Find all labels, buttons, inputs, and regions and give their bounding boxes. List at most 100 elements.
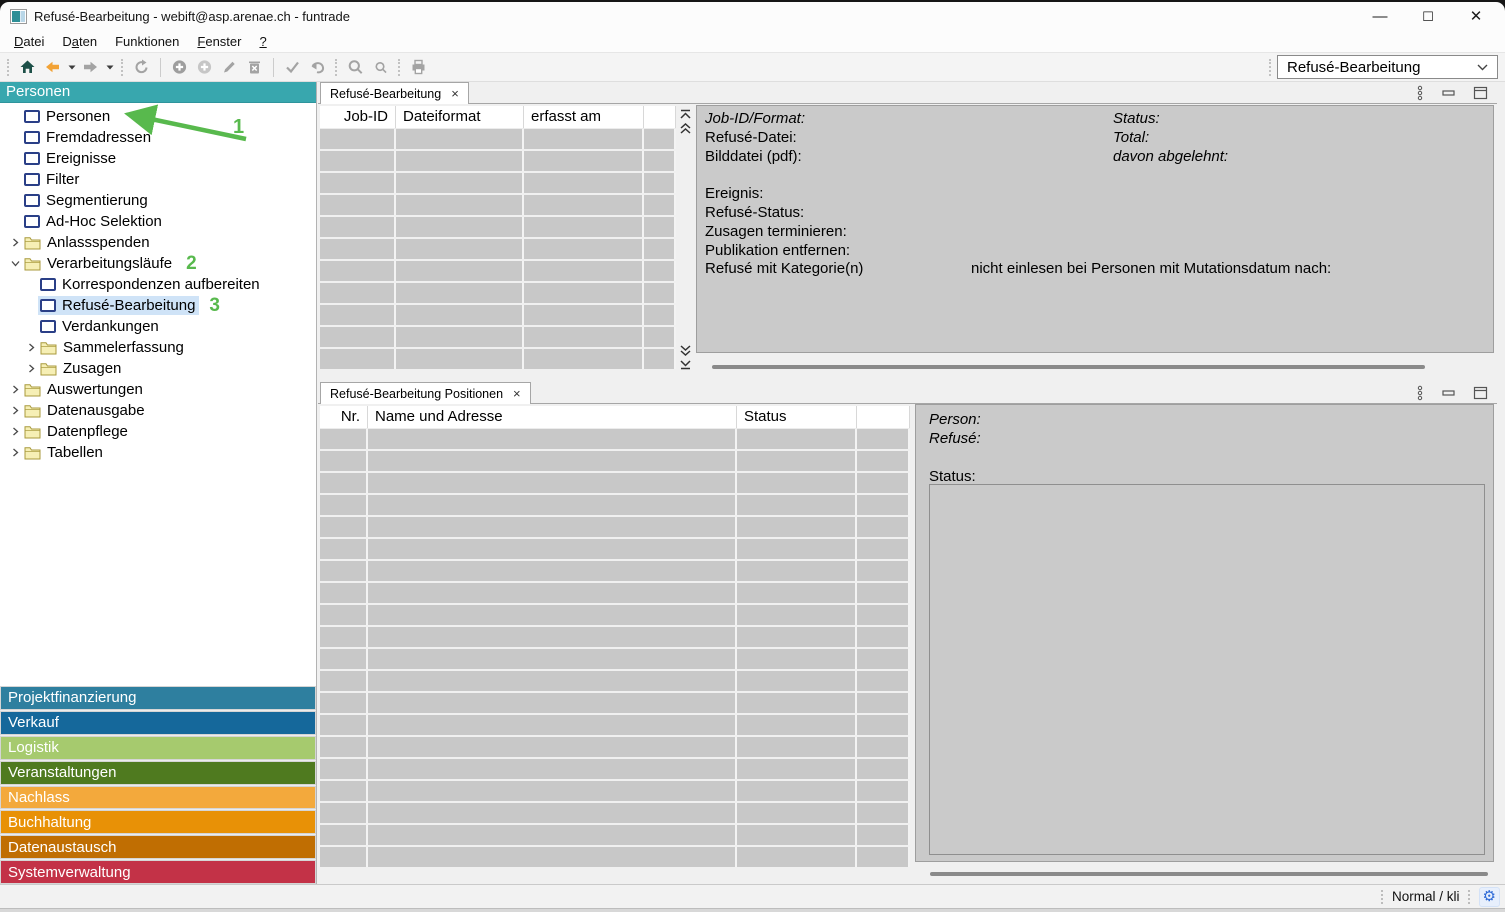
table-row[interactable] xyxy=(320,451,910,471)
table-row[interactable] xyxy=(320,495,910,515)
minimize-button[interactable]: — xyxy=(1359,4,1401,29)
maximize-button[interactable]: ☐ xyxy=(1407,4,1449,29)
add-icon[interactable] xyxy=(167,56,192,78)
tree-item-sammelerfassung[interactable]: Sammelerfassung xyxy=(0,337,316,358)
menu-item-daten[interactable]: Daten xyxy=(53,32,106,51)
menu-item-fenster[interactable]: Fenster xyxy=(188,32,250,51)
chevron-collapsed-icon[interactable] xyxy=(8,238,22,247)
table-row[interactable] xyxy=(320,129,676,149)
tree-item-ereignisse[interactable]: Ereignisse xyxy=(0,148,316,169)
column-header-empty[interactable] xyxy=(644,106,676,128)
confirm-icon[interactable] xyxy=(280,56,305,78)
grip-handle[interactable] xyxy=(335,59,338,76)
table-row[interactable] xyxy=(320,715,910,735)
tab-close-icon[interactable]: × xyxy=(513,386,521,401)
chevron-collapsed-icon[interactable] xyxy=(8,385,22,394)
forward-icon[interactable] xyxy=(78,56,103,78)
tree-item-segmentierung[interactable]: Segmentierung xyxy=(0,190,316,211)
section-button-logistik[interactable]: Logistik xyxy=(0,736,316,760)
print-icon[interactable] xyxy=(406,56,431,78)
table-row[interactable] xyxy=(320,605,910,625)
chevron-collapsed-icon[interactable] xyxy=(24,343,38,352)
tree-item-filter[interactable]: Filter xyxy=(0,169,316,190)
table-row[interactable] xyxy=(320,847,910,867)
chevron-collapsed-icon[interactable] xyxy=(24,364,38,373)
chevron-expanded-icon[interactable] xyxy=(8,259,22,268)
column-header-nr[interactable]: Nr. xyxy=(320,406,368,428)
grip-handle[interactable] xyxy=(1269,59,1272,76)
tree-item-personen[interactable]: Personen xyxy=(0,106,316,127)
tree-item-verdankungen[interactable]: Verdankungen xyxy=(0,316,316,337)
section-button-veranstaltungen[interactable]: Veranstaltungen xyxy=(0,761,316,785)
tree-item-ad-hoc-selektion[interactable]: Ad-Hoc Selektion xyxy=(0,211,316,232)
menu-item-[interactable]: ? xyxy=(250,32,275,51)
section-button-buchhaltung[interactable]: Buchhaltung xyxy=(0,810,316,834)
edit-icon[interactable] xyxy=(217,56,242,78)
search-icon[interactable] xyxy=(343,56,368,78)
tree-item-tabellen[interactable]: Tabellen xyxy=(0,442,316,463)
panel-minimize-icon[interactable] xyxy=(1441,386,1456,400)
table-row[interactable] xyxy=(320,261,676,281)
delete-icon[interactable] xyxy=(242,56,267,78)
caret-down-icon[interactable] xyxy=(103,56,116,78)
grip-handle[interactable] xyxy=(398,59,401,76)
table-row[interactable] xyxy=(320,517,910,537)
scroll-to-bottom-icon[interactable] xyxy=(679,359,692,370)
tree-item-korrespondenzen-aufbereiten[interactable]: Korrespondenzen aufbereiten xyxy=(0,274,316,295)
table-row[interactable] xyxy=(320,737,910,757)
table-row[interactable] xyxy=(320,561,910,581)
caret-down-icon[interactable] xyxy=(65,56,78,78)
column-header-dateiformat[interactable]: Dateiformat xyxy=(396,106,524,128)
tab-refuse-bearbeitung-positionen[interactable]: Refusé-Bearbeitung Positionen × xyxy=(320,382,531,404)
table-row[interactable] xyxy=(320,151,676,171)
tree-item-anlassspenden[interactable]: Anlassspenden xyxy=(0,232,316,253)
tree-item-zusagen[interactable]: Zusagen xyxy=(0,358,316,379)
view-selector-dropdown[interactable]: Refusé-Bearbeitung xyxy=(1277,55,1498,79)
scrollbar-thumb[interactable] xyxy=(930,872,1488,876)
scroll-to-top-icon[interactable] xyxy=(679,109,692,120)
home-icon[interactable] xyxy=(15,56,40,78)
tree-item-fremdadressen[interactable]: Fremdadressen xyxy=(0,127,316,148)
table-row[interactable] xyxy=(320,649,910,669)
column-header-job-id[interactable]: Job-ID xyxy=(320,106,396,128)
settings-gear-icon[interactable]: ⚙ xyxy=(1479,887,1500,907)
table-row[interactable] xyxy=(320,283,676,303)
back-icon[interactable] xyxy=(40,56,65,78)
table-row[interactable] xyxy=(320,781,910,801)
table-row[interactable] xyxy=(320,583,910,603)
menu-item-funktionen[interactable]: Funktionen xyxy=(106,32,188,51)
tab-refuse-bearbeitung[interactable]: Refusé-Bearbeitung × xyxy=(320,82,469,104)
section-button-systemverwaltung[interactable]: Systemverwaltung xyxy=(0,860,316,884)
grip-handle[interactable] xyxy=(7,59,10,76)
add-disabled-icon[interactable] xyxy=(192,56,217,78)
table-row[interactable] xyxy=(320,349,676,369)
refresh-icon[interactable] xyxy=(129,56,154,78)
page-down-icon[interactable] xyxy=(679,345,692,356)
table-row[interactable] xyxy=(320,693,910,713)
panel-maximize-icon[interactable] xyxy=(1473,86,1488,100)
chevron-collapsed-icon[interactable] xyxy=(8,448,22,457)
table-row[interactable] xyxy=(320,671,910,691)
section-button-nachlass[interactable]: Nachlass xyxy=(0,786,316,810)
column-header-erfasst-am[interactable]: erfasst am xyxy=(524,106,644,128)
panel-maximize-icon[interactable] xyxy=(1473,386,1488,400)
table-row[interactable] xyxy=(320,305,676,325)
scrollbar-thumb[interactable] xyxy=(712,365,1425,369)
section-button-datenaustausch[interactable]: Datenaustausch xyxy=(0,835,316,859)
table-row[interactable] xyxy=(320,173,676,193)
tree-item-datenpflege[interactable]: Datenpflege xyxy=(0,421,316,442)
close-button[interactable]: ✕ xyxy=(1455,4,1497,29)
column-header-empty[interactable] xyxy=(857,406,910,428)
table-row[interactable] xyxy=(320,803,910,823)
chevron-collapsed-icon[interactable] xyxy=(8,406,22,415)
column-header-status[interactable]: Status xyxy=(737,406,857,428)
panel-menu-dots-icon[interactable] xyxy=(1416,385,1424,401)
chevron-collapsed-icon[interactable] xyxy=(8,427,22,436)
section-button-projektfinanzierung[interactable]: Projektfinanzierung xyxy=(0,686,316,710)
tab-close-icon[interactable]: × xyxy=(451,86,459,101)
table-row[interactable] xyxy=(320,825,910,845)
page-up-icon[interactable] xyxy=(679,123,692,134)
menu-item-datei[interactable]: Datei xyxy=(5,32,53,51)
table-row[interactable] xyxy=(320,539,910,559)
tree-item-auswertungen[interactable]: Auswertungen xyxy=(0,379,316,400)
